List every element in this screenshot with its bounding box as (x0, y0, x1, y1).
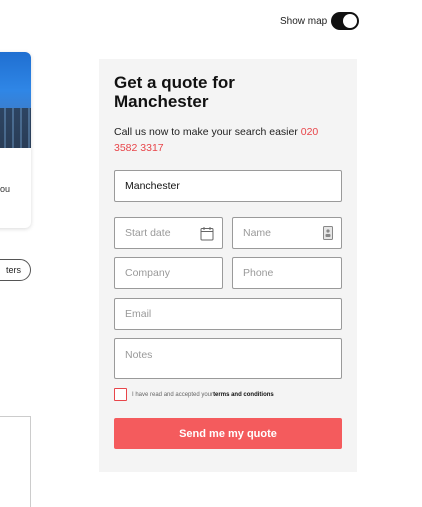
start-date-placeholder: Start date (125, 227, 171, 239)
contact-card-icon (323, 226, 333, 243)
phone-field[interactable]: Phone (232, 257, 342, 289)
email-field[interactable]: Email (114, 298, 342, 330)
name-placeholder: Name (243, 227, 272, 239)
location-value: Manchester (125, 180, 180, 192)
notes-field[interactable]: Notes (114, 338, 342, 379)
quote-subtitle: Call us now to make your search easier 0… (114, 124, 334, 156)
listing-snippet: ou (0, 184, 11, 194)
show-map-switch[interactable] (331, 12, 360, 30)
terms-link[interactable]: terms and conditions (213, 392, 274, 398)
building-image (0, 108, 31, 148)
phone-placeholder: Phone (243, 267, 274, 279)
listing-photo (0, 52, 31, 148)
show-map-label: Show map (280, 15, 328, 27)
show-map-toggle[interactable]: Show map (280, 12, 360, 30)
start-date-field[interactable]: Start date (114, 217, 223, 249)
company-placeholder: Company (125, 267, 170, 279)
terms-text: I have read and accepted your (132, 391, 214, 398)
quote-title: Get a quote for Manchester (114, 73, 235, 111)
location-field[interactable]: Manchester (114, 170, 342, 202)
quote-subtitle-text: Call us now to make your search easier (114, 126, 301, 138)
send-quote-button[interactable]: Send me my quote (114, 418, 342, 449)
terms-row: I have read and accepted your terms and … (114, 388, 274, 401)
switch-knob (343, 14, 358, 28)
listing-card[interactable]: ou (0, 52, 31, 228)
results-panel (0, 416, 31, 507)
company-field[interactable]: Company (114, 257, 223, 289)
terms-checkbox[interactable] (114, 388, 127, 401)
notes-placeholder: Notes (125, 349, 153, 361)
quote-panel: Get a quote for Manchester Call us now t… (99, 59, 357, 472)
name-field[interactable]: Name (232, 217, 342, 249)
email-placeholder: Email (125, 308, 152, 320)
calendar-icon[interactable] (200, 226, 214, 244)
filters-button[interactable]: ters (0, 259, 31, 281)
